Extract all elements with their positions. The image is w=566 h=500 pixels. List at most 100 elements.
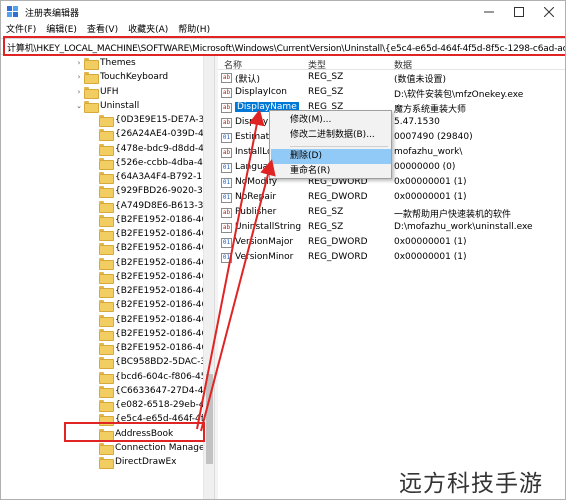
value-row[interactable]: ab UninstallString REG_SZ D:\mofazhu_work\u…: [218, 221, 565, 236]
folder-icon: [99, 200, 114, 213]
folder-icon: [99, 115, 114, 127]
tree-item[interactable]: {B2FE1952-0186-46C: [89, 341, 214, 355]
tree-item-label: {526e-ccbb-4dba-40: [115, 157, 209, 168]
address-annotation-box: [3, 36, 565, 56]
tree-item[interactable]: ⌄ Uninstall: [74, 99, 139, 113]
menu-item-rename[interactable]: 重命名(R): [271, 164, 391, 179]
tree-item-label: {BC958BD2-5DAC-38: [115, 357, 212, 368]
binary-value-icon: 01: [221, 133, 232, 143]
tree-item[interactable]: {B2FE1952-0186-46C: [89, 270, 214, 284]
tree-item[interactable]: Connection Manager: [89, 441, 208, 455]
tree-item-label: {e082-6518-29eb-4d: [115, 400, 211, 410]
tree-item-label: {C6633647-27D4-447: [115, 385, 214, 396]
tree-item[interactable]: {B2FE1952-0186-46C: [89, 298, 214, 313]
value-data: D:\软件安装包\mfzOnekey.exe: [394, 90, 524, 100]
folder-icon: [99, 385, 114, 398]
tree-item[interactable]: › TouchKeyboard: [74, 70, 168, 85]
tree-item-label: Connection Manager: [115, 442, 209, 453]
title-bar: 注册表编辑器: [1, 1, 565, 23]
tree-item[interactable]: {B2FE1952-0186-46C: [89, 213, 214, 227]
value-data: 0x00000001 (1): [394, 192, 467, 202]
chevron-down-icon[interactable]: ⌄: [74, 102, 84, 110]
menu-favorites[interactable]: 收藏夹(A): [123, 23, 173, 37]
tree-item[interactable]: {929FBD26-9020-399: [89, 184, 214, 199]
column-data-header[interactable]: 数据: [394, 58, 412, 71]
tree-item[interactable]: {478e-bdc9-d8dd-45: [89, 142, 210, 156]
values-column-header: 名称 类型 数据: [218, 56, 565, 71]
folder-icon: [99, 257, 114, 270]
tree-item[interactable]: {e082-6518-29eb-4d: [89, 398, 210, 412]
value-data: mofazhu_work\: [394, 147, 463, 157]
tree-item[interactable]: › UFH: [74, 85, 119, 99]
menu-item-delete[interactable]: 删除(D): [271, 149, 391, 164]
value-type: REG_SZ: [308, 222, 344, 232]
folder-icon: [99, 357, 114, 370]
tree-item[interactable]: {A749D8E6-B613-3BE: [89, 199, 214, 213]
tree-scrollbar-thumb[interactable]: [206, 374, 213, 464]
menu-file[interactable]: 文件(F): [1, 23, 41, 37]
tree-item[interactable]: {B2FE1952-0186-46C: [89, 284, 214, 298]
watermark-text: 远方科技手游: [399, 471, 543, 497]
value-row[interactable]: 01 VersionMajor REG_DWORD 0x00000001 (1): [218, 236, 565, 251]
tree-item[interactable]: {26A24AE4-039D-4CA: [89, 127, 214, 142]
tree-item-label: {A749D8E6-B613-3BE: [115, 200, 214, 211]
tree-item-label: {B2FE1952-0186-46C: [115, 271, 214, 282]
menu-view[interactable]: 查看(V): [82, 23, 123, 37]
value-row[interactable]: ab Publisher REG_SZ 一款帮助用户快速装机的软件: [218, 206, 565, 221]
value-name: NoRepair: [235, 192, 277, 202]
value-row[interactable]: 01 NoRepair REG_DWORD 0x00000001 (1): [218, 191, 565, 206]
tree-item[interactable]: {BC958BD2-5DAC-38: [89, 355, 212, 370]
value-name: Publisher: [235, 207, 277, 217]
tree-item[interactable]: {64A3A4F4-B792-11D: [89, 170, 214, 184]
value-type: REG_SZ: [308, 207, 344, 217]
folder-icon: [84, 58, 99, 70]
value-name: InstallLo: [235, 147, 273, 157]
menu-item-modify[interactable]: 修改(M)...: [271, 113, 391, 128]
column-name-header[interactable]: 名称: [224, 58, 242, 71]
chevron-right-icon[interactable]: ›: [74, 59, 84, 67]
folder-icon: [99, 457, 114, 469]
value-row[interactable]: ab (默认) REG_SZ (数值未设置): [218, 71, 565, 86]
value-data: 0007490 (29840): [394, 132, 473, 142]
binary-value-icon: 01: [221, 163, 232, 173]
string-value-icon: ab: [221, 103, 232, 113]
menu-edit[interactable]: 编辑(E): [41, 23, 82, 37]
value-row[interactable]: 01 VersionMinor REG_DWORD 0x00000001 (1): [218, 251, 565, 266]
folder-icon: [84, 72, 99, 85]
tree-item[interactable]: {B2FE1952-0186-46C: [89, 256, 214, 270]
menu-bar: 文件(F) 编辑(E) 查看(V) 收藏夹(A) 帮助(H): [1, 23, 565, 37]
tree-item-label: {B2FE1952-0186-46C: [115, 328, 214, 339]
tree-item[interactable]: DirectDrawEx: [89, 455, 176, 469]
tree-item[interactable]: {B2FE1952-0186-46C: [89, 227, 214, 241]
tree-item-label: {478e-bdc9-d8dd-45: [115, 143, 210, 154]
tree-item[interactable]: {B2FE1952-0186-46C: [89, 327, 214, 341]
value-name: Display: [235, 117, 269, 127]
maximize-button[interactable]: [505, 3, 533, 21]
value-data: 00000000 (0): [394, 162, 456, 172]
menu-item-modify-binary[interactable]: 修改二进制数据(B)...: [271, 128, 391, 143]
tree-item-label: {B2FE1952-0186-46C: [115, 286, 214, 296]
tree-item[interactable]: {bcd6-604c-f806-45b: [89, 370, 212, 384]
maximize-icon: [514, 7, 524, 17]
close-button[interactable]: [535, 3, 563, 21]
tree-item[interactable]: {C6633647-27D4-447: [89, 384, 214, 398]
value-type: REG_SZ: [308, 72, 344, 82]
minimize-button[interactable]: [475, 3, 503, 21]
menu-help[interactable]: 帮助(H): [173, 23, 215, 37]
chevron-right-icon[interactable]: ›: [74, 88, 84, 96]
tree-item[interactable]: › Themes: [74, 56, 136, 70]
value-data: 5.47.1530: [394, 117, 440, 127]
tree-item[interactable]: {0D3E9E15-DE7A-300: [89, 113, 214, 127]
menu-separator: [290, 146, 388, 147]
value-data: (数值未设置): [394, 75, 447, 85]
value-row[interactable]: ab DisplayIcon REG_SZ D:\软件安装包\mfzOnekey.ex…: [218, 86, 565, 101]
value-type: REG_DWORD: [308, 192, 368, 202]
tree-item[interactable]: {526e-ccbb-4dba-40: [89, 156, 209, 170]
tree-item[interactable]: {B2FE1952-0186-46C: [89, 241, 214, 256]
column-type-header[interactable]: 类型: [308, 58, 326, 71]
tree-item-label: {B2FE1952-0186-46C: [115, 300, 214, 311]
tree-item[interactable]: {B2FE1952-0186-46C: [89, 313, 214, 327]
tree-item-label: UFH: [100, 86, 119, 97]
chevron-right-icon[interactable]: ›: [74, 73, 84, 81]
folder-icon: [99, 271, 114, 284]
